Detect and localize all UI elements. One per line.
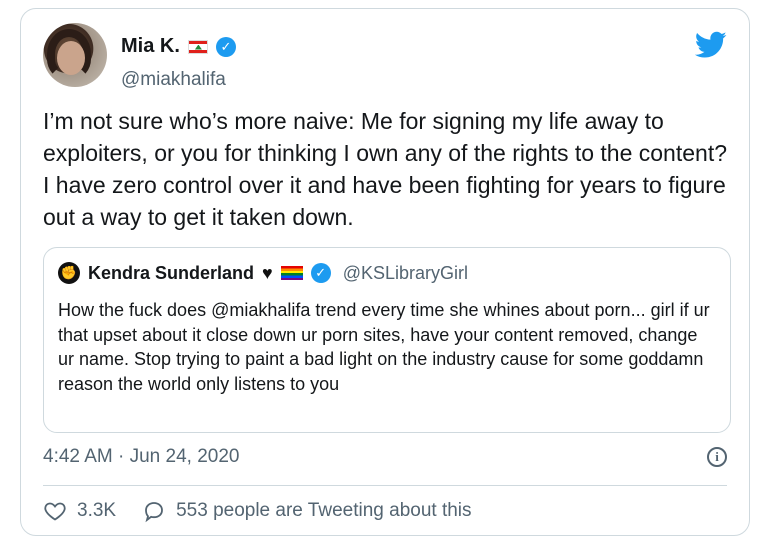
- like-count: 3.3K: [77, 500, 117, 521]
- black-heart-icon: ♥: [262, 262, 273, 283]
- heart-icon: [44, 502, 66, 521]
- quoted-author-name: Kendra Sunderland: [88, 262, 255, 283]
- like-button[interactable]: 3.3K: [43, 499, 116, 523]
- divider: [43, 485, 727, 486]
- verified-badge-icon: ✓: [310, 263, 331, 283]
- reply-conversation-button[interactable]: 553 people are Tweeting about this: [142, 499, 472, 523]
- info-icon[interactable]: i: [707, 447, 727, 467]
- quoted-header: ✊ Kendra Sunderland ♥ ✓ @KSLibraryGirl: [58, 262, 468, 284]
- author-name-row: Mia K. ✓: [121, 35, 236, 58]
- rainbow-flag-icon: [280, 266, 303, 280]
- lebanon-flag-icon: [187, 39, 208, 54]
- tweet-timestamp[interactable]: 4:42 AM · Jun 24, 2020: [43, 446, 239, 468]
- tweet-text: I’m not sure who’s more naive: Me for si…: [43, 108, 728, 230]
- author-name[interactable]: Mia K.: [121, 35, 180, 58]
- author-avatar[interactable]: [43, 23, 107, 87]
- author-handle[interactable]: @miakhalifa: [121, 69, 226, 91]
- quoted-avatar[interactable]: ✊: [58, 262, 80, 284]
- tweet-card: Mia K. ✓ @miakhalifa I’m not sure who’s …: [20, 8, 750, 536]
- verified-badge-icon: ✓: [215, 36, 236, 57]
- avatar-face: [57, 41, 85, 75]
- speech-bubble-icon: [145, 502, 163, 523]
- quoted-tweet-text: How the fuck does @miakhalifa trend ever…: [58, 300, 710, 394]
- quoted-tweet[interactable]: ✊ Kendra Sunderland ♥ ✓ @KSLibraryGirl H…: [43, 247, 731, 433]
- quoted-author-handle: @KSLibraryGirl: [342, 262, 469, 283]
- tweet-actions: 3.3K 553 people are Tweeting about this: [43, 499, 498, 523]
- tweeting-about-text: 553 people are Tweeting about this: [176, 500, 472, 521]
- twitter-bird-icon[interactable]: [695, 31, 727, 59]
